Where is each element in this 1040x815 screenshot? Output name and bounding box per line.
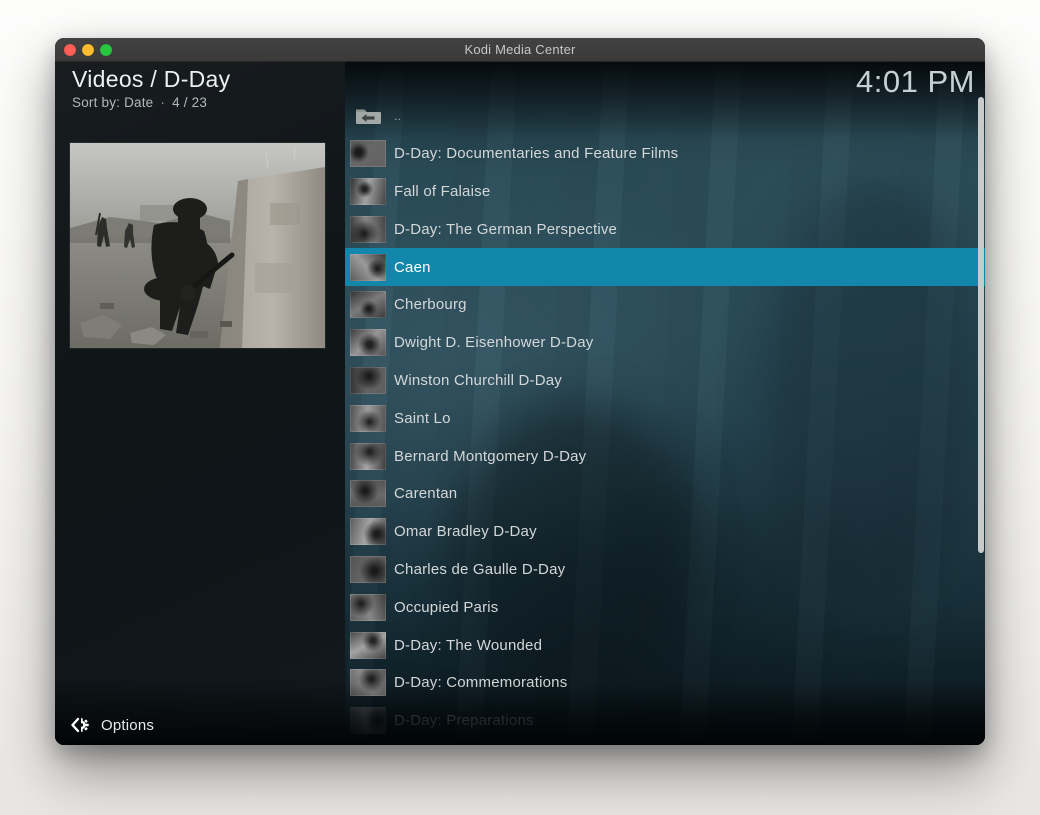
- list-item[interactable]: Saint Lo: [345, 399, 985, 437]
- kodi-window: Kodi Media Center Videos / D-Day Sort by…: [55, 38, 985, 745]
- breadcrumb-header: Videos / D-Day Sort by: Date · 4 / 23: [72, 66, 230, 110]
- video-thumbnail: [350, 480, 386, 507]
- list-item-label: Bernard Montgomery D-Day: [394, 448, 586, 465]
- window-title: Kodi Media Center: [55, 38, 985, 61]
- video-thumbnail: [350, 405, 386, 432]
- desktop: Kodi Media Center Videos / D-Day Sort by…: [0, 0, 1040, 815]
- list-item[interactable]: Caen: [345, 248, 985, 286]
- list-item[interactable]: D-Day: The Wounded: [345, 626, 985, 664]
- list-item-label: Cherbourg: [394, 296, 467, 313]
- close-button[interactable]: [64, 44, 76, 56]
- sort-by-label[interactable]: Sort by: Date: [72, 95, 153, 110]
- scrollbar-thumb[interactable]: [978, 97, 984, 553]
- minimize-button[interactable]: [82, 44, 94, 56]
- sort-status: Sort by: Date · 4 / 23: [72, 95, 230, 110]
- zoom-button[interactable]: [100, 44, 112, 56]
- left-sidebar: Videos / D-Day Sort by: Date · 4 / 23: [55, 61, 345, 745]
- video-thumbnail: [350, 216, 386, 243]
- video-thumbnail: [350, 291, 386, 318]
- video-thumbnail: [350, 254, 386, 281]
- list-item[interactable]: Charles de Gaulle D-Day: [345, 551, 985, 589]
- video-thumbnail: [350, 443, 386, 470]
- parent-folder-arrow-icon: [350, 102, 386, 129]
- list-item-label: Occupied Paris: [394, 599, 499, 616]
- list-item[interactable]: Omar Bradley D-Day: [345, 513, 985, 551]
- list-item[interactable]: Bernard Montgomery D-Day: [345, 437, 985, 475]
- item-position: 4 / 23: [172, 95, 207, 110]
- video-thumbnail: [350, 632, 386, 659]
- video-thumbnail: [350, 594, 386, 621]
- list-item-label: Winston Churchill D-Day: [394, 372, 562, 389]
- list-item[interactable]: Occupied Paris: [345, 588, 985, 626]
- list-item-label: ..: [394, 109, 401, 123]
- media-list-panel: 4:01 PM .. D-Day: Documentaries and Featu…: [345, 61, 985, 745]
- list-item[interactable]: Winston Churchill D-Day: [345, 362, 985, 400]
- list-item-label: Fall of Falaise: [394, 183, 490, 200]
- list-item[interactable]: D-Day: The German Perspective: [345, 210, 985, 248]
- video-preview-thumbnail: [70, 143, 325, 348]
- video-thumbnail: [350, 178, 386, 205]
- list-item[interactable]: D-Day: Documentaries and Feature Films: [345, 135, 985, 173]
- bw-war-photo-icon: [70, 143, 325, 348]
- list-item[interactable]: Dwight D. Eisenhower D-Day: [345, 324, 985, 362]
- list-item-label: Dwight D. Eisenhower D-Day: [394, 334, 593, 351]
- left-bottom-gradient: [55, 675, 345, 745]
- list-item-label: Caen: [394, 259, 431, 276]
- list-item-label: Saint Lo: [394, 410, 451, 427]
- app-area: Videos / D-Day Sort by: Date · 4 / 23: [55, 61, 985, 745]
- list-item-label: Carentan: [394, 485, 457, 502]
- list-item-label: D-Day: Documentaries and Feature Films: [394, 145, 678, 162]
- clock: 4:01 PM: [856, 64, 975, 100]
- video-thumbnail: [350, 140, 386, 167]
- video-thumbnail: [350, 367, 386, 394]
- list-item[interactable]: Cherbourg: [345, 286, 985, 324]
- separator: ·: [160, 95, 165, 110]
- options-label: Options: [101, 717, 154, 734]
- list-item-label: Charles de Gaulle D-Day: [394, 561, 565, 578]
- options-button[interactable]: Options: [70, 716, 154, 734]
- video-list: .. D-Day: Documentaries and Feature Films…: [345, 97, 985, 740]
- list-item-label: D-Day: The German Perspective: [394, 221, 617, 238]
- chevron-left-gear-icon: [70, 716, 90, 734]
- video-thumbnail: [350, 329, 386, 356]
- bottom-gradient: [345, 683, 985, 745]
- page-title: Videos / D-Day: [72, 66, 230, 93]
- list-item-label: Omar Bradley D-Day: [394, 523, 537, 540]
- titlebar: Kodi Media Center: [55, 38, 985, 62]
- list-item[interactable]: Carentan: [345, 475, 985, 513]
- list-item-parent-folder[interactable]: ..: [345, 97, 985, 135]
- video-thumbnail: [350, 556, 386, 583]
- list-item[interactable]: Fall of Falaise: [345, 173, 985, 211]
- video-thumbnail: [350, 518, 386, 545]
- list-item-label: D-Day: The Wounded: [394, 637, 542, 654]
